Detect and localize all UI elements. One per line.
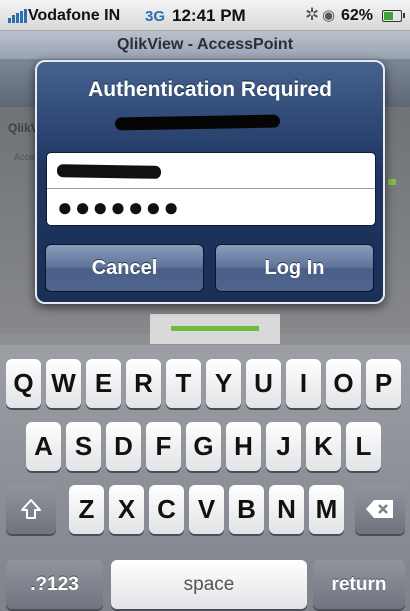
battery-fill (384, 12, 393, 20)
key-w[interactable]: W (46, 359, 81, 408)
dialog-title: Authentication Required (88, 78, 332, 101)
key-z[interactable]: Z (69, 485, 104, 534)
key-e[interactable]: E (86, 359, 121, 408)
key-i[interactable]: I (286, 359, 321, 408)
username-field[interactable] (47, 153, 375, 189)
password-mask: ●●●●●●● (57, 192, 181, 222)
activity-spinner-icon: ✲ (305, 5, 320, 24)
redacted-username (56, 164, 162, 179)
delete-key[interactable] (355, 485, 405, 534)
key-k[interactable]: K (306, 422, 341, 471)
key-b[interactable]: B (229, 485, 264, 534)
key-f[interactable]: F (146, 422, 181, 471)
key-l[interactable]: L (346, 422, 381, 471)
key-m[interactable]: M (309, 485, 344, 534)
background-badge (388, 179, 396, 185)
key-o[interactable]: O (326, 359, 361, 408)
authentication-dialog: Authentication Required ●●●●●●● Cancel L… (35, 60, 385, 304)
backspace-icon (366, 500, 393, 518)
cancel-button[interactable]: Cancel (45, 244, 204, 292)
carrier-name: Vodafone IN (28, 7, 121, 24)
key-n[interactable]: N (269, 485, 304, 534)
redacted-host-text (114, 114, 281, 131)
key-h[interactable]: H (226, 422, 261, 471)
log-in-button[interactable]: Log In (215, 244, 374, 292)
key-u[interactable]: U (246, 359, 281, 408)
credentials-fields: ●●●●●●● (46, 152, 376, 226)
key-q[interactable]: Q (6, 359, 41, 408)
network-type: 3G (145, 8, 166, 25)
key-p[interactable]: P (366, 359, 401, 408)
key-x[interactable]: X (109, 485, 144, 534)
onscreen-keyboard: QWERTYUIOP ASDFGHJKL ZXCVBNM .?123 space… (0, 345, 410, 611)
shift-arrow-icon (21, 499, 41, 519)
key-g[interactable]: G (186, 422, 221, 471)
key-j[interactable]: J (266, 422, 301, 471)
background-progress-bar (171, 326, 259, 331)
page-title: QlikView - AccessPoint (116, 36, 294, 53)
return-key[interactable]: return (313, 560, 405, 609)
key-a[interactable]: A (26, 422, 61, 471)
key-t[interactable]: T (166, 359, 201, 408)
key-y[interactable]: Y (206, 359, 241, 408)
battery-icon (382, 10, 405, 22)
key-r[interactable]: R (126, 359, 161, 408)
shift-key[interactable] (6, 485, 56, 534)
key-v[interactable]: V (189, 485, 224, 534)
key-c[interactable]: C (149, 485, 184, 534)
key-d[interactable]: D (106, 422, 141, 471)
clock: 12:41 PM (172, 6, 246, 25)
battery-percent: 62% (341, 7, 374, 24)
numbers-key[interactable]: .?123 (6, 560, 103, 609)
key-s[interactable]: S (66, 422, 101, 471)
status-bar: Vodafone IN 3G 12:41 PM ✲ ◉ 62% (0, 0, 410, 31)
browser-title-bar: QlikView - AccessPoint (0, 31, 410, 59)
lock-rotation-icon: ◉ (322, 7, 336, 24)
space-key[interactable]: space (111, 560, 307, 609)
password-field[interactable]: ●●●●●●● (47, 189, 375, 225)
